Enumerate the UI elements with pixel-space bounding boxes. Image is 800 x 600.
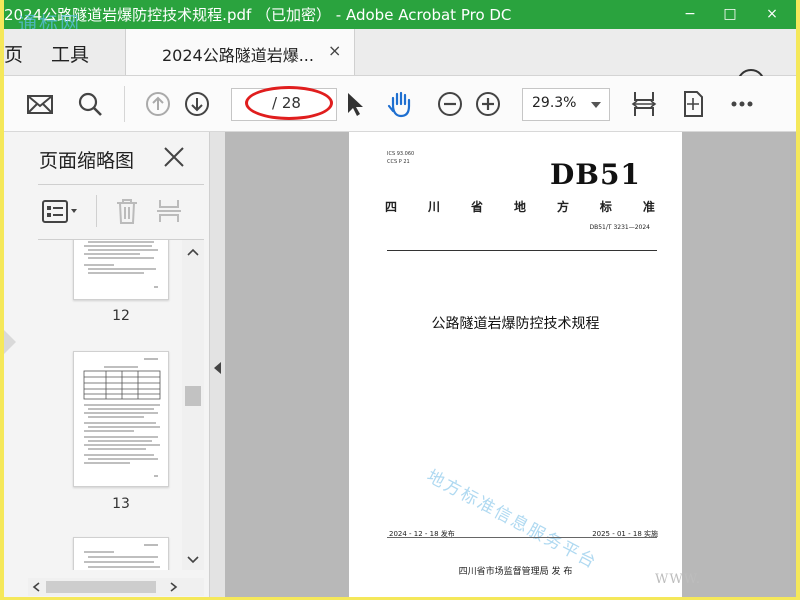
header-rule [387,250,657,251]
hand-tool-icon[interactable] [386,90,414,118]
toolbar: / 28 29.3% [4,76,796,132]
scroll-left-icon[interactable] [32,582,40,592]
horizontal-scroll-thumb[interactable] [46,581,156,593]
maximize-button[interactable]: □ [710,0,750,29]
more-options-icon[interactable] [728,90,756,118]
panel-title: 页面缩略图 [39,150,135,172]
kind-char: 川 [427,200,440,214]
thumbnail-page-number: 12 [112,308,130,324]
document-title: 公路隧道岩爆防控技术规程 [431,316,600,332]
previous-page-icon[interactable] [144,90,172,118]
thumbnail-vertical-scrollbar[interactable] [182,240,204,570]
panel-tools-separator [96,195,97,227]
kind-char: 地 [513,200,526,214]
kind-char: 省 [470,200,483,214]
ics-line: ICS 93.060 [387,151,415,157]
thumbnail-panel: 页面缩略图 12 13 [4,132,209,597]
vertical-scroll-thumb[interactable] [185,386,201,406]
kind-char: 标 [599,200,612,214]
red-annotation-oval [245,86,333,120]
document-tab-label: 2024公路隧道岩爆... [162,46,314,65]
minimize-button[interactable]: − [670,0,710,29]
acrobat-window: 2024公路隧道岩爆防控技术规程.pdf （已加密） - Adobe Acrob… [4,0,796,597]
ics-code: ICS 93.060 CCS P 21 [387,150,414,166]
zoom-out-icon[interactable] [436,90,464,118]
thumbnail-page-13[interactable] [73,351,169,487]
document-viewport: ICS 93.060 CCS P 21 DB51 四 川 省 地 方 标 准 D… [225,132,796,597]
scroll-right-icon[interactable] [170,582,178,592]
standard-prefix: DB51 [550,158,641,191]
thumbnail-options-icon[interactable] [42,199,80,225]
thumbnail-page-14[interactable] [73,537,169,570]
zoom-in-icon[interactable] [474,90,502,118]
chevron-down-icon [591,102,601,108]
search-icon[interactable] [76,90,104,118]
close-panel-icon[interactable] [163,146,185,168]
zoom-value: 29.3% [532,95,577,111]
panel-tools [38,184,204,240]
kind-char: 方 [556,200,569,214]
zoom-select[interactable]: 29.3% [522,88,610,121]
toolbar-separator [124,86,125,122]
publisher: 四川省市场监督管理局 发 布 [458,567,573,577]
scroll-down-icon[interactable] [187,556,199,564]
thumbnail-page-number: 13 [112,496,130,512]
menu-bar: 页 工具 ? 登 [4,29,796,97]
thumbnail-list: 12 13 [38,240,204,570]
page-thumbnail-image [84,544,160,568]
standard-code: DB51/T 3231—2024 [589,224,650,231]
next-page-icon[interactable] [183,90,211,118]
footer-watermark: WWW. [655,572,701,587]
panel-collapse-bar[interactable] [209,132,225,597]
full-screen-icon[interactable] [679,90,707,118]
title-bar: 2024公路隧道岩爆防控技术规程.pdf （已加密） - Adobe Acrob… [4,0,796,35]
email-icon[interactable] [26,90,54,118]
fit-width-icon[interactable] [630,90,658,118]
panel-notch [4,330,16,354]
kind-char: 四 [385,200,398,214]
menu-home[interactable]: 页 [4,40,23,67]
close-window-button[interactable]: × [752,0,792,29]
collapse-arrow-icon[interactable] [214,362,221,374]
thumbnail-horizontal-scrollbar[interactable] [28,578,204,596]
ccs-line: CCS P 21 [387,159,410,165]
close-tab-button[interactable]: × [328,41,341,60]
pdf-page: ICS 93.060 CCS P 21 DB51 四 川 省 地 方 标 准 D… [349,132,682,597]
scroll-up-icon[interactable] [187,248,199,256]
delete-page-icon[interactable] [114,197,140,225]
footer-rule [387,537,657,538]
select-cursor-icon[interactable] [340,90,368,118]
standard-kind: 四 川 省 地 方 标 准 [385,198,655,215]
page-thumbnail-image [84,241,158,288]
menu-tools[interactable]: 工具 [51,40,89,67]
document-watermark: 地方标准信息服务平台 [423,466,601,574]
thumbnail-page-12[interactable] [73,240,169,300]
document-tab[interactable]: 2024公路隧道岩爆... × [125,29,355,75]
extract-page-icon[interactable] [155,197,183,225]
kind-char: 准 [642,200,655,214]
page-thumbnail-image [83,358,161,477]
